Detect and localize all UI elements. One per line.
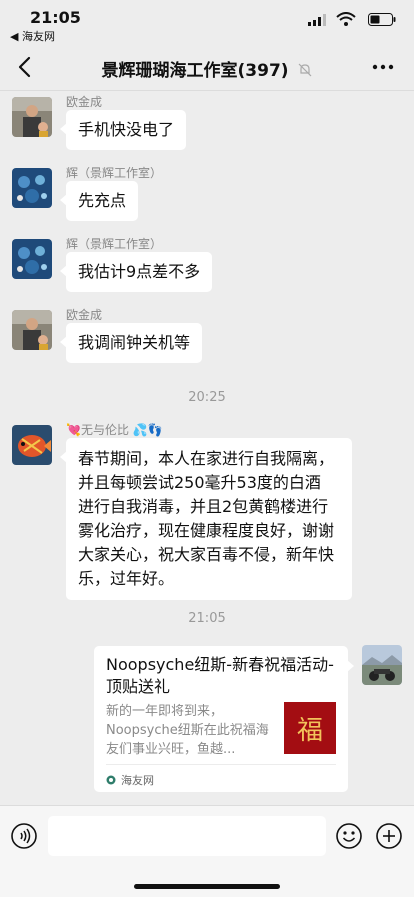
card-description: 新的一年即将到来，Noopsyche纽斯在此祝福海友们事业兴旺，鱼越...: [106, 704, 269, 757]
status-bar: 21:05 ◀ 海友网: [0, 0, 414, 44]
chat-title-wrap[interactable]: 景辉珊瑚海工作室(397): [0, 56, 414, 81]
motorcycle-photo-icon: [362, 645, 402, 685]
avatar-self[interactable]: [362, 645, 402, 685]
mute-bell-icon: [299, 63, 312, 77]
message-sender: 辉（景辉工作室）: [66, 237, 163, 251]
chat-header: 景辉珊瑚海工作室(397): [0, 44, 414, 91]
message-sender: 💘无与伦比 💦👣: [66, 423, 163, 437]
status-time: 21:05: [30, 8, 81, 27]
avatar-ou-jincheng[interactable]: [12, 97, 52, 137]
chat-title: 景辉珊瑚海工作室(397): [101, 61, 289, 81]
avatar-hui[interactable]: [12, 239, 52, 279]
link-card[interactable]: Noopsyche纽斯-新春祝福活动-顶贴送礼 新的一年即将到来，Noopsyc…: [94, 646, 354, 792]
more-options-icon[interactable]: [372, 60, 394, 74]
home-indicator[interactable]: [134, 884, 280, 889]
battery-icon: [368, 13, 396, 26]
voice-icon[interactable]: [11, 823, 37, 849]
plus-icon[interactable]: [376, 823, 402, 849]
timestamp: 21:05: [188, 611, 226, 626]
person-photo-icon: [12, 97, 52, 137]
avatar-hui[interactable]: [12, 168, 52, 208]
message-sender: 辉（景辉工作室）: [66, 166, 163, 180]
card-title: Noopsyche纽斯-新春祝福活动-顶贴送礼: [106, 655, 334, 696]
card-thumbnail: 福: [284, 702, 336, 754]
message-sender: 欧金成: [66, 95, 103, 109]
fish-photo-icon: [12, 425, 52, 465]
avatar-wuyu-lunbi[interactable]: [12, 425, 52, 465]
message-input[interactable]: [48, 816, 326, 856]
timestamp: 20:25: [188, 390, 226, 405]
message-bubble[interactable]: 手机快没电了: [59, 110, 187, 150]
card-source: 海友网: [106, 764, 336, 788]
reef-photo-icon: [12, 239, 52, 279]
message-bubble[interactable]: 春节期间，本人在家进行自我隔离，并且每顿尝试250毫升53度的白酒 进行自我消毒…: [60, 438, 352, 600]
card-source-name: 海友网: [121, 774, 154, 787]
message-bubble[interactable]: 我估计9点差不多: [59, 252, 213, 292]
back-to-app-link[interactable]: ◀ 海友网: [10, 28, 55, 44]
message-sender: 欧金成: [66, 308, 103, 322]
reef-photo-icon: [12, 168, 52, 208]
person-photo-icon: [12, 310, 52, 350]
wifi-icon: [336, 12, 356, 26]
fu-character: 福: [296, 716, 323, 746]
message-bubble[interactable]: 我调闹钟关机等: [59, 323, 203, 363]
message-bubble[interactable]: 先充点: [59, 181, 139, 221]
emoji-icon[interactable]: [336, 823, 362, 849]
source-logo-icon: [106, 775, 116, 785]
avatar-ou-jincheng[interactable]: [12, 310, 52, 350]
signal-icon: [308, 14, 326, 26]
